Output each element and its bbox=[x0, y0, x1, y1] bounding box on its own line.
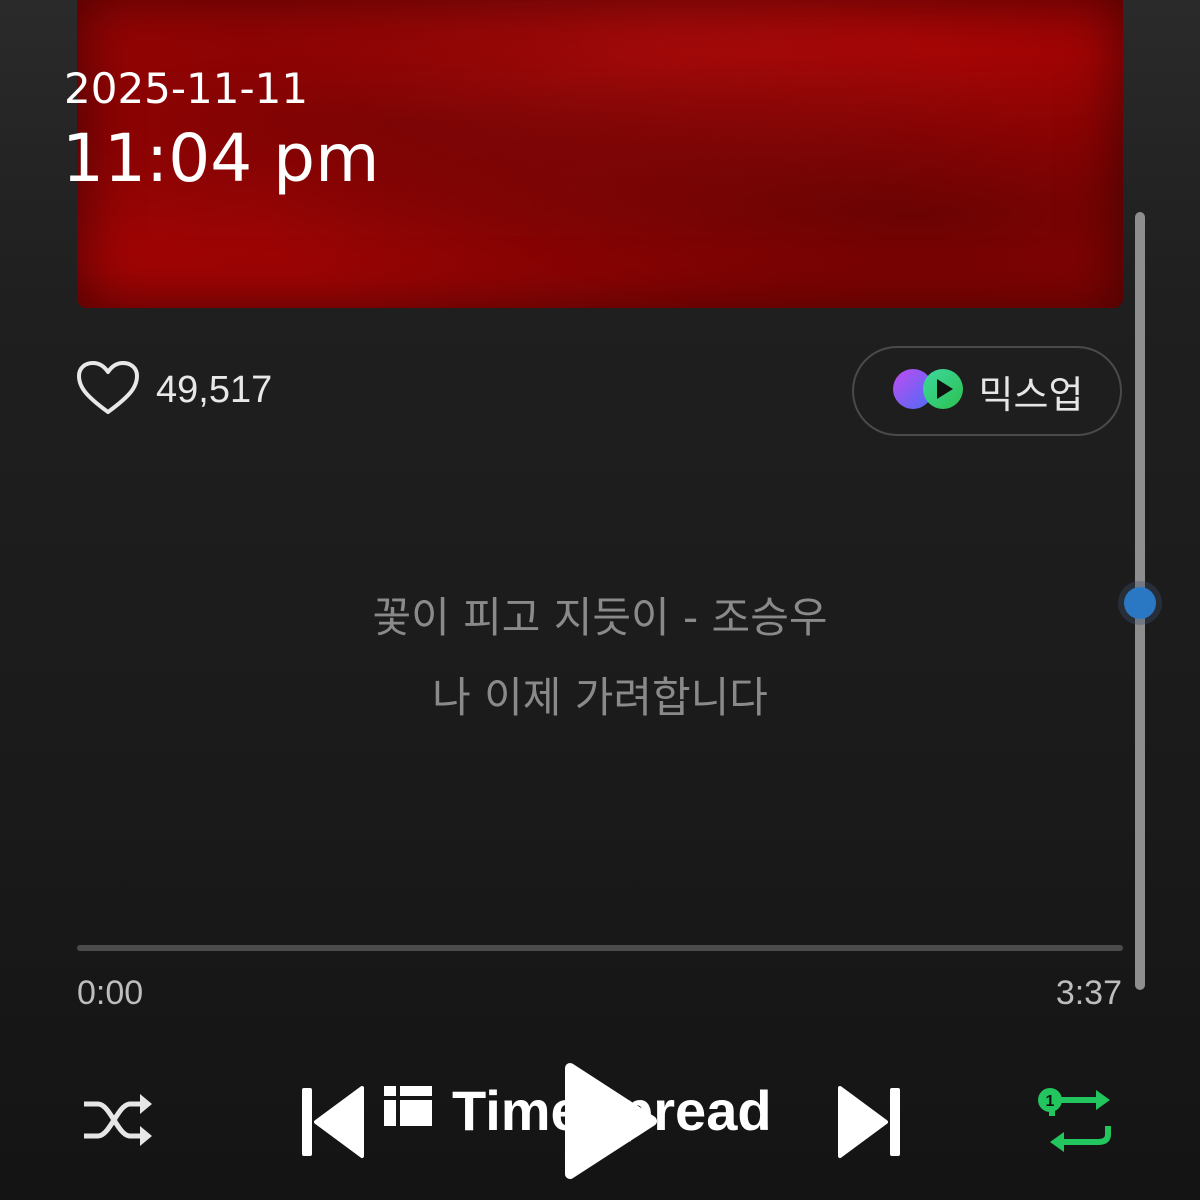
overlay-date: 2025-11-11 bbox=[64, 64, 309, 113]
repeat-button[interactable]: 1 bbox=[1036, 1086, 1120, 1160]
watermark-icon bbox=[384, 1078, 432, 1143]
time-total: 3:37 bbox=[1055, 974, 1122, 1012]
repeat-badge: 1 bbox=[1046, 1093, 1055, 1110]
mixup-label: 믹스업 bbox=[978, 372, 1084, 417]
lyric-line-1: 꽃이 피고 지듯이 - 조승우 bbox=[372, 593, 828, 642]
lyric-line-2: 나 이제 가려합니다 bbox=[432, 673, 768, 722]
time-current: 0:00 bbox=[77, 974, 144, 1012]
mixup-icon bbox=[891, 367, 967, 415]
next-icon bbox=[834, 1086, 904, 1164]
progress-bar[interactable] bbox=[77, 945, 1123, 951]
like-count: 49,517 bbox=[156, 368, 273, 411]
repeat-one-icon: 1 bbox=[1036, 1088, 1120, 1160]
like-button[interactable]: 49,517 bbox=[76, 360, 272, 420]
play-icon bbox=[560, 1063, 660, 1186]
mixup-button[interactable]: 믹스업 bbox=[852, 346, 1122, 436]
shuffle-icon bbox=[80, 1094, 156, 1154]
heart-icon bbox=[76, 360, 140, 420]
next-button[interactable] bbox=[834, 1084, 904, 1164]
scrollbar-thumb[interactable] bbox=[1124, 587, 1156, 619]
shuffle-button[interactable] bbox=[80, 1090, 156, 1154]
previous-button[interactable] bbox=[298, 1084, 368, 1164]
overlay-time: 11:04 pm bbox=[62, 120, 380, 197]
play-button[interactable] bbox=[560, 1060, 660, 1186]
previous-icon bbox=[298, 1086, 368, 1164]
